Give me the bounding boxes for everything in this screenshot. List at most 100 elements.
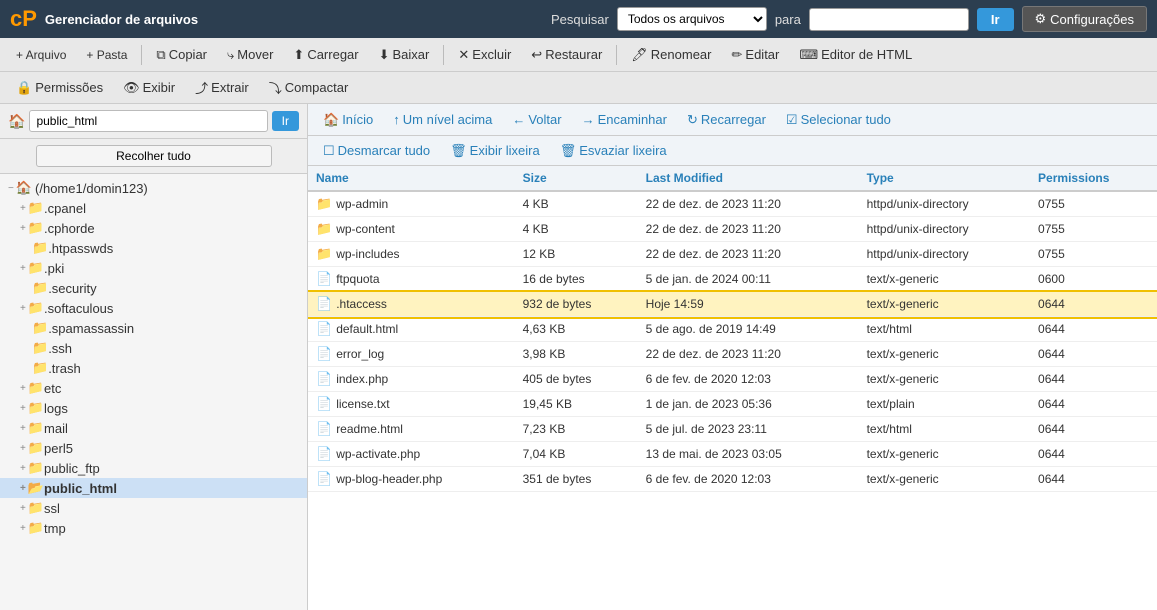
folder-icon: 📁 [316, 221, 332, 236]
cell-modified: 22 de dez. de 2023 11:20 [638, 217, 859, 242]
permissions-button[interactable]: 🔒 Permissões [8, 76, 111, 100]
tree-item-spamassassin[interactable]: 📁 .spamassassin [0, 318, 307, 338]
tree-item-security[interactable]: 📁 .security [0, 278, 307, 298]
view-button[interactable]: 👁 Exibir [115, 76, 183, 100]
cell-permissions: 0644 [1030, 367, 1157, 392]
config-button[interactable]: ⚙ Configurações [1022, 6, 1147, 32]
cell-modified: 22 de dez. de 2023 11:20 [638, 342, 859, 367]
move-icon: ⤷ [227, 47, 234, 63]
reload-button[interactable]: ↻ Recarregar [680, 109, 773, 131]
cell-permissions: 0600 [1030, 267, 1157, 292]
tree-item-ssl[interactable]: + 📁 ssl [0, 498, 307, 518]
tree-item-ssh[interactable]: 📁 .ssh [0, 338, 307, 358]
edit-icon: ✏ [732, 47, 743, 63]
home-nav-button[interactable]: 🏠 Início [316, 109, 380, 131]
col-name[interactable]: Name [308, 166, 515, 191]
cell-type: text/x-generic [859, 292, 1030, 317]
folder-icon-public-ftp: 📁 [28, 460, 44, 476]
expand-icon-etc: + [20, 383, 26, 394]
copy-button[interactable]: ⧉ Copiar [148, 43, 215, 67]
tree-item-trash[interactable]: 📁 .trash [0, 358, 307, 378]
cell-size: 16 de bytes [515, 267, 638, 292]
table-row[interactable]: 📄.htaccess 932 de bytes Hoje 14:59 text/… [308, 292, 1157, 317]
tree-item-cpanel[interactable]: + 📁 .cpanel [0, 198, 307, 218]
file-icon: 📄 [316, 396, 332, 411]
tree-label-etc: etc [44, 381, 61, 396]
cell-size: 405 de bytes [515, 367, 638, 392]
tree-label-cphorde: .cphorde [44, 221, 95, 236]
select-all-button[interactable]: ☑ Selecionar tudo [779, 109, 898, 131]
col-permissions[interactable]: Permissions [1030, 166, 1157, 191]
table-row[interactable]: 📄ftpquota 16 de bytes 5 de jan. de 2024 … [308, 267, 1157, 292]
compress-button[interactable]: ⤵ Compactar [261, 74, 357, 101]
cell-modified: 1 de jan. de 2023 05:36 [638, 392, 859, 417]
rename-button[interactable]: 🖊 Renomear [623, 43, 719, 67]
collapse-all-button[interactable]: Recolher tudo [36, 145, 272, 167]
empty-trash-button[interactable]: 🗑 Esvaziar lixeira [553, 141, 674, 161]
extract-icon: ⤴ [195, 78, 208, 97]
tree-item-cphorde[interactable]: + 📁 .cphorde [0, 218, 307, 238]
tree-item-root[interactable]: − 🏠 (/home1/domin123) [0, 178, 307, 198]
separator-3 [616, 45, 617, 65]
new-file-button[interactable]: + Arquivo [8, 44, 74, 66]
forward-icon: → [582, 112, 595, 127]
expand-icon-public-ftp: + [20, 463, 26, 474]
restore-button[interactable]: ↩ Restaurar [523, 43, 610, 67]
col-size[interactable]: Size [515, 166, 638, 191]
tree-item-etc[interactable]: + 📁 etc [0, 378, 307, 398]
tree-item-pki[interactable]: + 📁 .pki [0, 258, 307, 278]
table-row[interactable]: 📁wp-content 4 KB 22 de dez. de 2023 11:2… [308, 217, 1157, 242]
deselect-all-button[interactable]: ☐ Desmarcar tudo [316, 141, 437, 161]
delete-icon: ✕ [458, 47, 469, 63]
expand-icon-pki: + [20, 263, 26, 274]
table-row[interactable]: 📄error_log 3,98 KB 22 de dez. de 2023 11… [308, 342, 1157, 367]
path-go-button[interactable]: Ir [272, 111, 299, 131]
file-icon: 📄 [316, 321, 332, 336]
col-type[interactable]: Type [859, 166, 1030, 191]
up-level-button[interactable]: ↑ Um nível acima [386, 109, 499, 130]
table-row[interactable]: 📄index.php 405 de bytes 6 de fev. de 202… [308, 367, 1157, 392]
edit-button[interactable]: ✏ Editar [724, 43, 788, 67]
expand-icon-cpanel: + [20, 203, 26, 214]
tree-label-mail: mail [44, 421, 68, 436]
table-row[interactable]: 📄readme.html 7,23 KB 5 de jul. de 2023 2… [308, 417, 1157, 442]
tree-item-mail[interactable]: + 📁 mail [0, 418, 307, 438]
cell-type: text/plain [859, 392, 1030, 417]
tree-item-htpasswds[interactable]: 📁 .htpasswds [0, 238, 307, 258]
table-row[interactable]: 📄wp-activate.php 7,04 KB 13 de mai. de 2… [308, 442, 1157, 467]
html-editor-button[interactable]: ⌨ Editor de HTML [791, 43, 920, 67]
up-icon: ↑ [393, 112, 400, 127]
table-row[interactable]: 📄license.txt 19,45 KB 1 de jan. de 2023 … [308, 392, 1157, 417]
tree-item-softaculous[interactable]: + 📁 .softaculous [0, 298, 307, 318]
table-row[interactable]: 📁wp-includes 12 KB 22 de dez. de 2023 11… [308, 242, 1157, 267]
search-input[interactable] [809, 8, 969, 31]
search-go-button[interactable]: Ir [977, 8, 1014, 31]
folder-icon-spamassassin: 📁 [32, 320, 48, 336]
toolbar-main: + Arquivo + Pasta ⧉ Copiar ⤷ Mover ⬆ Car… [0, 38, 1157, 72]
tree-item-logs[interactable]: + 📁 logs [0, 398, 307, 418]
table-row[interactable]: 📁wp-admin 4 KB 22 de dez. de 2023 11:20 … [308, 191, 1157, 217]
path-input[interactable] [29, 110, 267, 132]
cell-permissions: 0644 [1030, 342, 1157, 367]
forward-button[interactable]: → Encaminhar [575, 109, 674, 130]
show-trash-button[interactable]: 🗑 Exibir lixeira [443, 141, 547, 161]
col-modified[interactable]: Last Modified [638, 166, 859, 191]
delete-button[interactable]: ✕ Excluir [450, 43, 519, 67]
download-button[interactable]: ⬇ Baixar [371, 43, 438, 67]
upload-icon: ⬆ [293, 47, 304, 63]
cell-permissions: 0644 [1030, 317, 1157, 342]
tree-item-public-ftp[interactable]: + 📁 public_ftp [0, 458, 307, 478]
move-button[interactable]: ⤷ Mover [219, 43, 281, 67]
search-type-select[interactable]: Todos os arquivos Somente nome Conteúdo … [617, 7, 767, 31]
tree-item-perl5[interactable]: + 📁 perl5 [0, 438, 307, 458]
tree-item-public-html[interactable]: + 📂 public_html [0, 478, 307, 498]
extract-button[interactable]: ⤴ Extrair [187, 74, 257, 101]
back-button[interactable]: ← Voltar [505, 109, 568, 130]
upload-button[interactable]: ⬆ Carregar [285, 43, 366, 67]
new-folder-button[interactable]: + Pasta [78, 44, 135, 66]
tree-item-tmp[interactable]: + 📁 tmp [0, 518, 307, 538]
cell-name: 📄default.html [308, 317, 515, 342]
table-row[interactable]: 📄wp-blog-header.php 351 de bytes 6 de fe… [308, 467, 1157, 492]
eye-icon: 👁 [123, 80, 140, 96]
table-row[interactable]: 📄default.html 4,63 KB 5 de ago. de 2019 … [308, 317, 1157, 342]
